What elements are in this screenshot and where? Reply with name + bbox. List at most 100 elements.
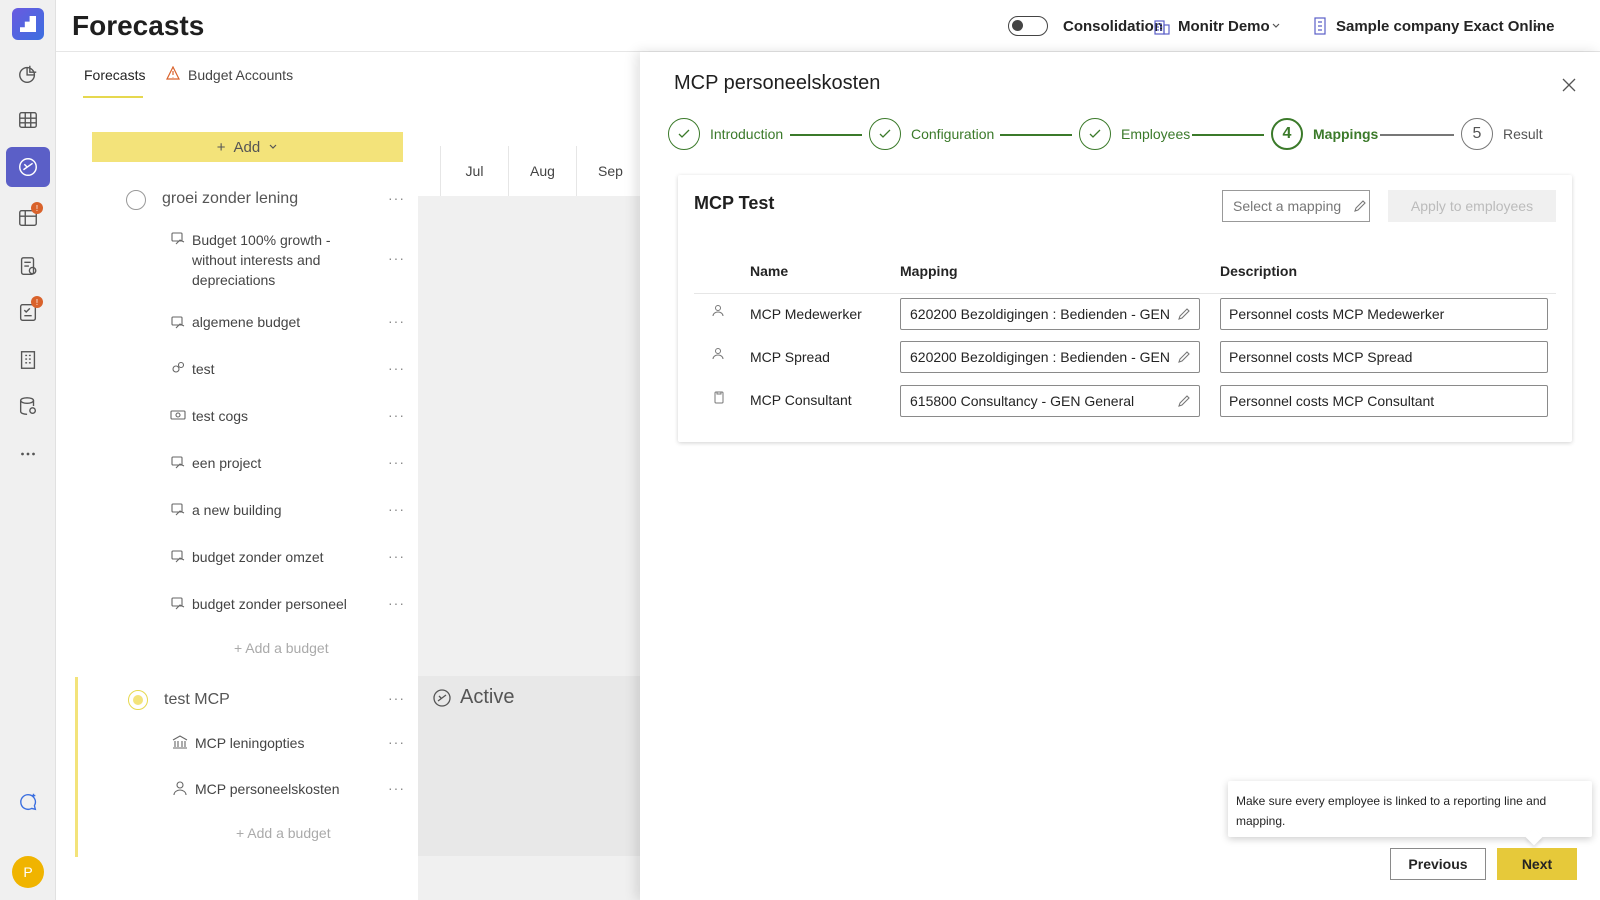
more-options-icon[interactable]: ··· — [388, 454, 405, 470]
more-options-icon[interactable]: ··· — [388, 780, 405, 796]
budget-icon — [171, 316, 185, 329]
chevron-down-icon[interactable] — [1532, 22, 1542, 30]
tab-forecasts[interactable]: Forecasts — [84, 67, 145, 83]
step-connector — [1380, 134, 1454, 136]
add-label: Add — [233, 138, 261, 156]
description-field[interactable]: Personnel costs MCP Spread — [1220, 341, 1548, 373]
previous-button[interactable]: Previous — [1390, 848, 1486, 880]
budget-item[interactable]: MCP personeelskosten — [195, 779, 339, 799]
budget-item[interactable]: een project — [192, 453, 261, 473]
apply-to-employees-button[interactable]: Apply to employees — [1388, 190, 1556, 222]
budget-item[interactable]: MCP leningopties — [195, 733, 304, 753]
next-button[interactable]: Next — [1497, 848, 1577, 880]
close-icon[interactable] — [1562, 78, 1576, 92]
avatar[interactable]: P — [12, 856, 44, 888]
budget-item[interactable]: a new building — [192, 500, 282, 520]
description-field[interactable]: Personnel costs MCP Medewerker — [1220, 298, 1548, 330]
more-icon[interactable] — [6, 434, 50, 474]
budget-icon — [171, 503, 185, 516]
header-divider — [694, 293, 1556, 294]
more-options-icon[interactable]: ··· — [388, 548, 405, 564]
group-title[interactable]: test MCP — [164, 690, 230, 710]
column-header-mapping: Mapping — [900, 263, 958, 279]
step-configuration[interactable]: Configuration — [869, 118, 994, 150]
more-options-icon[interactable]: ··· — [388, 313, 405, 329]
checklist-alert-icon[interactable]: ! — [6, 292, 50, 332]
mapping-field[interactable]: 620200 Bezoldigingen : Bedienden - GEN — [900, 298, 1200, 330]
left-rail: ! ! P — [0, 0, 56, 900]
grid-icon[interactable] — [6, 100, 50, 140]
company-icon — [1314, 17, 1326, 35]
person-icon — [712, 305, 724, 317]
budget-item[interactable]: test cogs — [192, 406, 248, 426]
warning-icon — [166, 66, 180, 80]
tab-budget-accounts[interactable]: Budget Accounts — [188, 67, 293, 83]
report-add-icon[interactable] — [6, 246, 50, 286]
alert-badge: ! — [31, 296, 43, 308]
database-icon[interactable] — [6, 386, 50, 426]
timeline: Jul Aug Sep Active — [418, 100, 640, 900]
top-bar: Forecasts Consolidation Monitr Demo Samp… — [56, 0, 1600, 52]
budget-item[interactable]: Budget 100% growth - without interests a… — [192, 230, 372, 290]
more-options-icon[interactable]: ··· — [388, 250, 405, 266]
more-options-icon[interactable]: ··· — [388, 190, 405, 206]
budget-item[interactable]: algemene budget — [192, 312, 300, 332]
more-options-icon[interactable]: ··· — [388, 501, 405, 517]
consolidation-toggle[interactable] — [1008, 16, 1048, 36]
building-icon[interactable] — [6, 340, 50, 380]
group-radio[interactable] — [126, 190, 146, 210]
more-options-icon[interactable]: ··· — [388, 407, 405, 423]
budget-item[interactable]: test — [192, 359, 215, 379]
more-options-icon[interactable]: ··· — [388, 595, 405, 611]
panel-title: MCP personeelskosten — [674, 72, 881, 94]
column-header-name: Name — [750, 263, 789, 279]
step-connector — [1000, 134, 1072, 136]
table-alert-icon[interactable]: ! — [6, 198, 50, 238]
org-selector[interactable]: Monitr Demo — [1178, 18, 1270, 35]
step-introduction[interactable]: Introduction — [668, 118, 783, 150]
check-icon — [1079, 118, 1111, 150]
page-title: Forecasts — [72, 10, 205, 41]
mapping-field[interactable]: 620200 Bezoldigingen : Bedienden - GEN — [900, 341, 1200, 373]
step-number: 5 — [1461, 118, 1493, 150]
budget-item[interactable]: budget zonder personeel — [192, 594, 347, 614]
chat-sparkle-icon[interactable] — [6, 782, 50, 822]
step-result[interactable]: 5 Result — [1461, 118, 1543, 150]
description-field[interactable]: Personnel costs MCP Consultant — [1220, 385, 1548, 417]
add-budget-link[interactable]: + Add a budget — [234, 640, 329, 656]
person-icon — [712, 348, 724, 360]
mapping-field[interactable]: 615800 Consultancy - GEN General — [900, 385, 1200, 417]
clipboard-icon — [714, 391, 724, 404]
group-radio-selected[interactable] — [128, 690, 148, 710]
employee-name: MCP Consultant — [750, 392, 852, 408]
more-options-icon[interactable]: ··· — [388, 690, 405, 706]
plus-icon: + — [216, 138, 226, 156]
more-options-icon[interactable]: ··· — [388, 360, 405, 376]
pencil-icon — [1178, 395, 1190, 407]
step-connector — [790, 134, 862, 136]
dashboard-icon[interactable] — [6, 54, 50, 94]
step-mappings[interactable]: 4 Mappings — [1271, 118, 1378, 150]
status-badge: Active — [432, 686, 514, 709]
employee-name: MCP Medewerker — [750, 306, 862, 322]
pencil-icon — [1178, 351, 1190, 363]
app-logo-icon[interactable] — [12, 8, 44, 40]
budget-item[interactable]: budget zonder omzet — [192, 547, 324, 567]
step-connector — [1192, 134, 1264, 136]
group-title[interactable]: groei zonder lening — [162, 189, 298, 209]
check-icon — [869, 118, 901, 150]
forecast-icon[interactable] — [6, 147, 50, 187]
chevron-down-icon[interactable] — [1271, 22, 1281, 30]
step-number: 4 — [1271, 118, 1303, 150]
timeline-header: Jul Aug Sep — [440, 146, 640, 196]
step-employees[interactable]: Employees — [1079, 118, 1190, 150]
add-budget-link[interactable]: + Add a budget — [236, 825, 331, 841]
add-button[interactable]: + Add — [92, 132, 403, 162]
select-mapping-field[interactable]: Select a mapping — [1222, 190, 1370, 222]
company-selector[interactable]: Sample company Exact Online — [1336, 18, 1554, 35]
mapping-card: MCP Test Select a mapping Apply to emplo… — [678, 175, 1572, 442]
pencil-icon — [1178, 308, 1190, 320]
organization-icon — [1154, 20, 1170, 35]
next-tooltip: Make sure every employee is linked to a … — [1228, 781, 1592, 837]
more-options-icon[interactable]: ··· — [388, 734, 405, 750]
